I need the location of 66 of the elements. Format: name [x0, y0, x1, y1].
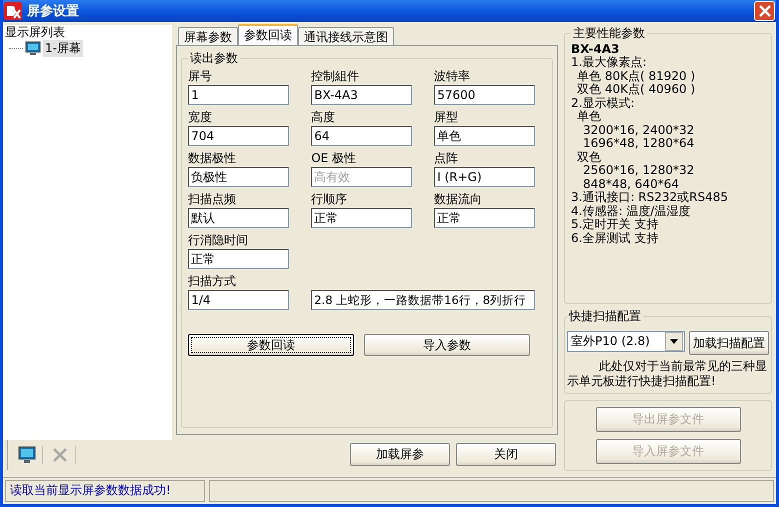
field-label: 点阵 — [434, 150, 460, 167]
monitor-icon — [25, 40, 41, 56]
status-message: 读取当前显示屏参数数据成功! — [5, 480, 205, 502]
field-label: 屏号 — [188, 68, 214, 85]
tab[interactable]: 通讯接线示意图 — [298, 27, 394, 45]
spec-line: 3200*16, 2400*32 — [582, 124, 696, 137]
input-field[interactable]: I (R+G) — [434, 167, 536, 187]
spec-line: 单色 — [576, 110, 602, 124]
footer-button[interactable]: 关闭 — [456, 443, 556, 466]
close-icon — [758, 5, 770, 17]
spec-line: 1.最大像素点: — [571, 56, 648, 70]
input-field[interactable]: 默认 — [188, 208, 290, 228]
group-title: 快捷扫描配置 — [568, 308, 642, 325]
input-field[interactable]: 正常 — [434, 208, 536, 228]
field-label: OE 极性 — [311, 150, 358, 167]
input-field[interactable]: 正常 — [311, 208, 412, 228]
input-field[interactable]: 64 — [311, 126, 412, 146]
field-label: 扫描点频 — [188, 191, 238, 208]
group-title: 主要性能参数 — [572, 25, 646, 42]
input-field[interactable]: 单色 — [434, 126, 536, 146]
spec-line: 5.定时开关 支持 — [571, 218, 660, 232]
field-label: 宽度 — [188, 109, 214, 126]
field-label: 扫描方式 — [188, 273, 238, 290]
spec-line: 2560*16, 1280*32 — [582, 164, 696, 178]
caret-icon[interactable] — [665, 332, 683, 351]
input-field[interactable]: 1 — [188, 85, 290, 105]
group-title: 读出参数 — [189, 50, 240, 67]
field-label: 高度 — [311, 109, 336, 126]
input-field[interactable]: 704 — [188, 126, 290, 146]
spec-line: 单色 80K点( 81920 ) — [576, 70, 696, 83]
action-button[interactable]: 参数回读 — [188, 334, 354, 356]
tab[interactable]: 参数回读 — [238, 24, 298, 45]
spec-line: 双色 40K点( 40960 ) — [576, 83, 696, 96]
monitor-icon[interactable] — [18, 446, 43, 464]
input-field[interactable]: 57600 — [434, 85, 536, 105]
field-label: 数据极性 — [188, 150, 238, 167]
close-button[interactable] — [754, 1, 775, 21]
input-field[interactable]: 负极性 — [188, 167, 290, 187]
window-title: 屏参设置 — [27, 3, 80, 20]
scan-preset-dropdown[interactable]: 室外P10 (2.8) — [567, 331, 685, 352]
field-label: 数据流向 — [434, 191, 484, 208]
field-label: 波特率 — [434, 68, 472, 85]
spec-line: 双色 — [576, 150, 602, 164]
spec-line: 6.全屏测试 支持 — [571, 232, 660, 245]
model-name: BX-4A3 — [571, 42, 620, 56]
screen-tree-item[interactable]: 1-屏幕 — [43, 40, 83, 57]
field-label: 行消隐时间 — [188, 232, 250, 249]
footer-button[interactable]: 加载屏参 — [350, 443, 450, 466]
tab[interactable]: 屏幕参数 — [178, 27, 238, 45]
field-label: 屏型 — [434, 109, 460, 126]
screen-list-title: 显示屏列表 — [4, 25, 66, 40]
field-label: 控制組件 — [311, 68, 360, 85]
spec-line: 1696*48, 1280*64 — [582, 137, 696, 150]
input-field[interactable]: 2.8 上蛇形，一路数据带16行，8列折行 — [311, 290, 536, 310]
input-field[interactable]: 1/4 — [188, 290, 290, 310]
action-button[interactable]: 导入参数 — [364, 334, 530, 356]
spec-line: 2.显示模式: — [571, 96, 636, 110]
quick-scan-note: 此处仅对于当前最常见的三种显示单元板进行快捷扫描配置! — [567, 359, 768, 389]
spec-line: 3.通讯接口: RS232或RS485 — [571, 191, 730, 204]
spec-line: 848*48, 640*64 — [582, 178, 680, 191]
input-field[interactable]: 正常 — [188, 249, 290, 269]
input-field[interactable]: BX-4A3 — [311, 85, 412, 105]
field-label: 行顺序 — [311, 191, 348, 208]
app-logo-icon — [4, 2, 22, 20]
load-scan-config-button[interactable]: 加载扫描配置 — [689, 331, 769, 355]
spec-line: 4.传感器: 温度/温湿度 — [571, 204, 692, 218]
